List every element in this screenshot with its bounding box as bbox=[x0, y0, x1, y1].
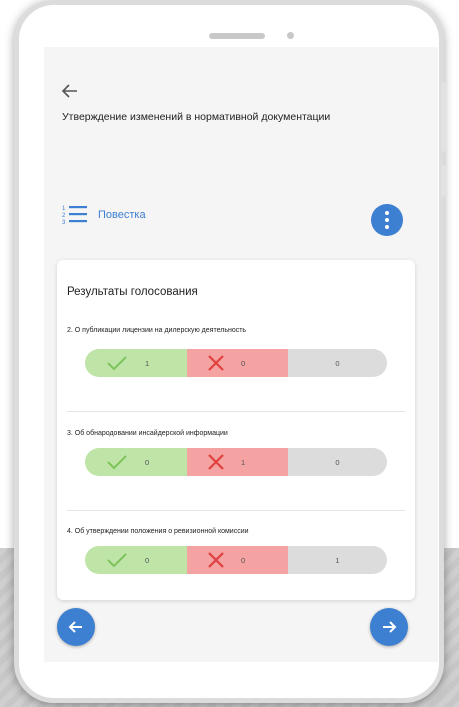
yes-count: 1 bbox=[145, 358, 150, 368]
abstain-count: 1 bbox=[335, 555, 340, 565]
vote-no: 1 bbox=[187, 448, 288, 476]
arrow-left-icon bbox=[68, 621, 82, 633]
question-text: 3. Об обнародовании инсайдерской информа… bbox=[67, 430, 228, 437]
app-screen: Утверждение изменений в нормативной доку… bbox=[44, 47, 438, 662]
check-icon bbox=[107, 553, 127, 568]
no-count: 0 bbox=[241, 358, 246, 368]
more-vertical-icon[interactable] bbox=[371, 204, 403, 236]
vote-abstain: 0 bbox=[288, 349, 387, 377]
no-count: 1 bbox=[241, 457, 246, 467]
question-text: 2. О публикации лицензии на дилерскую де… bbox=[67, 327, 247, 334]
svg-text:2: 2 bbox=[62, 213, 66, 219]
vote-bar: 0 0 1 bbox=[85, 546, 387, 574]
phone-side-button bbox=[441, 82, 446, 152]
phone-speaker bbox=[209, 33, 265, 39]
vote-yes: 1 bbox=[85, 349, 187, 377]
page-title: Утверждение изменений в нормативной доку… bbox=[62, 111, 331, 123]
next-button[interactable] bbox=[370, 608, 408, 646]
vote-yes: 0 bbox=[85, 448, 187, 476]
voting-results-card: Результаты голосования 2. О публикации л… bbox=[57, 260, 415, 600]
cross-icon bbox=[208, 454, 224, 470]
divider bbox=[67, 411, 405, 412]
numbered-list-icon: 1 2 3 bbox=[62, 206, 87, 226]
abstain-count: 0 bbox=[335, 358, 340, 368]
phone-side-button bbox=[441, 165, 446, 197]
cross-icon bbox=[208, 355, 224, 371]
yes-count: 0 bbox=[145, 555, 150, 565]
no-count: 0 bbox=[241, 555, 246, 565]
svg-text:1: 1 bbox=[62, 206, 66, 212]
svg-text:3: 3 bbox=[62, 220, 66, 226]
prev-button[interactable] bbox=[57, 608, 95, 646]
agenda-label: Повестка bbox=[98, 209, 146, 221]
yes-count: 0 bbox=[145, 457, 150, 467]
agenda-link[interactable]: 1 2 3 Повестка bbox=[62, 204, 146, 226]
vote-no: 0 bbox=[187, 349, 288, 377]
divider bbox=[67, 510, 405, 511]
check-icon bbox=[107, 455, 127, 470]
vote-bar: 1 0 0 bbox=[85, 349, 387, 377]
cross-icon bbox=[208, 552, 224, 568]
vote-no: 0 bbox=[187, 546, 288, 574]
phone-camera bbox=[287, 32, 294, 39]
card-title: Результаты голосования bbox=[67, 286, 198, 298]
vote-abstain: 0 bbox=[288, 448, 387, 476]
question-text: 4. Об утверждении положения о ревизионно… bbox=[67, 528, 249, 535]
vote-yes: 0 bbox=[85, 546, 187, 574]
vote-abstain: 1 bbox=[288, 546, 387, 574]
abstain-count: 0 bbox=[335, 457, 340, 467]
arrow-left-icon[interactable] bbox=[60, 81, 80, 101]
check-icon bbox=[107, 356, 127, 371]
arrow-right-icon bbox=[383, 621, 397, 633]
vote-bar: 0 1 0 bbox=[85, 448, 387, 476]
